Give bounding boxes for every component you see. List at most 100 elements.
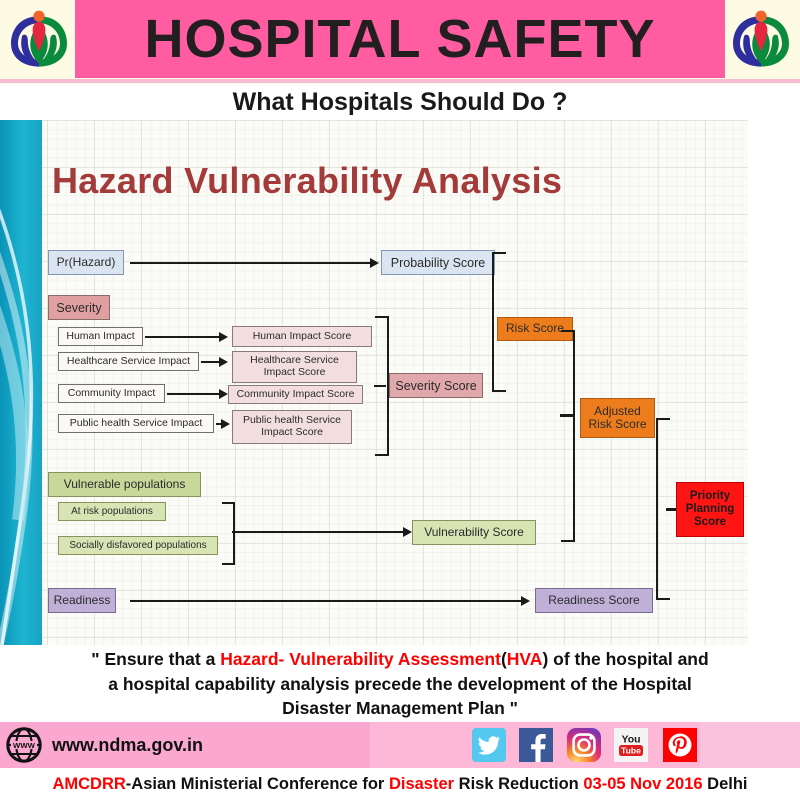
box-label: Risk Score — [505, 321, 564, 336]
diagram-title: Hazard Vulnerability Analysis — [52, 160, 563, 201]
connector-vulnerability-to-score — [232, 531, 406, 534]
slide-right-margin — [748, 120, 800, 645]
quote-hazard: Hazard — [220, 648, 279, 669]
connector-readiness-to-score — [130, 599, 524, 602]
box-label: Healthcare Service Impact — [66, 354, 191, 367]
connector-prhazard-to-probability — [130, 262, 372, 265]
box-severity-score[interactable]: Severity Score — [389, 373, 483, 398]
bracket-adjusted-risk-group — [561, 330, 575, 542]
disaster-label: Disaster — [388, 774, 455, 793]
svg-text:Tube: Tube — [621, 746, 641, 756]
box-label: Public health Service Impact — [69, 416, 203, 429]
box-label: Vulnerability Score — [424, 524, 524, 539]
facebook-icon[interactable] — [519, 728, 553, 762]
box-label: Readiness Score — [548, 592, 640, 607]
box-severity[interactable]: Severity — [48, 295, 110, 320]
box-community-impact-score[interactable]: Community Impact Score — [228, 385, 363, 404]
quote-text-d: ) of the hospital and — [542, 648, 709, 669]
box-label-line2: Risk Score — [588, 417, 647, 431]
youtube-icon[interactable]: You Tube — [614, 728, 648, 762]
conference-band: AMCDRR-Asian Ministerial Conference for … — [0, 768, 800, 800]
conference-mid-2: Risk Reduction — [454, 774, 584, 793]
box-pr-hazard[interactable]: Pr(Hazard) — [48, 250, 124, 275]
box-label: At risk populations — [71, 505, 153, 517]
box-label: Vulnerable populations — [63, 476, 186, 491]
header-banner: HOSPITAL SAFETY — [0, 0, 800, 84]
box-vulnerability-score[interactable]: Vulnerability Score — [412, 520, 536, 545]
box-vulnerable-populations[interactable]: Vulnerable populations — [48, 472, 201, 497]
connector-human-impact — [145, 335, 221, 338]
svg-text:You: You — [621, 734, 640, 746]
box-label-line2: Impact Score — [261, 426, 323, 438]
footer-bar: WWW www.ndma.gov.in You Tube — [0, 722, 800, 768]
connector-adjusted-stub — [560, 414, 574, 417]
box-label: Severity — [56, 300, 102, 315]
box-readiness-score[interactable]: Readiness Score — [535, 588, 653, 613]
box-healthcare-service-impact[interactable]: Healthcare Service Impact — [58, 352, 199, 371]
conference-text: AMCDRR-Asian Ministerial Conference for … — [52, 775, 747, 794]
connector-severity-bracket-stub — [374, 384, 386, 388]
box-label: Socially disfavored populations — [69, 539, 207, 551]
connector-healthcare-impact — [201, 360, 221, 363]
box-label: Severity Score — [395, 378, 477, 393]
box-label: Readiness — [53, 592, 111, 607]
box-label: Human Impact — [66, 329, 135, 342]
arrowhead-publichealth-impact — [221, 418, 230, 429]
box-human-impact-score[interactable]: Human Impact Score — [232, 326, 372, 347]
box-label: Human Impact Score — [252, 329, 352, 342]
arrowhead-readiness-score — [521, 595, 530, 606]
box-adjusted-risk-score[interactable]: Adjusted Risk Score — [580, 398, 655, 438]
arrowhead-community-impact — [219, 388, 228, 399]
box-priority-planning-score[interactable]: Priority Planning Score — [676, 482, 744, 537]
box-label: Pr(Hazard) — [56, 254, 116, 269]
quote-block: " Ensure that a Hazard- Vulnerability As… — [0, 648, 800, 720]
quote-vulnerability-assessment: Vulnerability Assessment — [289, 648, 501, 669]
svg-text:WWW: WWW — [13, 741, 36, 750]
box-label-line1: Priority — [689, 490, 731, 503]
box-healthcare-service-impact-score[interactable]: Healthcare Service Impact Score — [232, 351, 357, 383]
box-label-line1: Adjusted — [594, 403, 641, 418]
conference-mid-1: -Asian Ministerial Conference for — [125, 774, 389, 793]
box-socially-disfavored-populations[interactable]: Socially disfavored populations — [58, 536, 218, 555]
quote-hva: HVA — [506, 648, 543, 669]
quote-line-1: " Ensure that a Hazard- Vulnerability As… — [91, 647, 708, 672]
box-label: Probability Score — [390, 255, 486, 270]
website-url[interactable]: www.ndma.gov.in — [52, 722, 203, 768]
conference-dates: 03-05 Nov 2016 — [583, 774, 703, 793]
arrowhead-healthcare-impact — [219, 356, 228, 367]
box-human-impact[interactable]: Human Impact — [58, 327, 143, 346]
decorative-side-band — [0, 120, 42, 645]
box-at-risk-populations[interactable]: At risk populations — [58, 502, 166, 521]
box-label-line2: Planning — [685, 503, 735, 516]
www-globe-icon: WWW — [6, 727, 42, 763]
header-underline — [0, 79, 800, 83]
amcdrr-label: AMCDRR — [52, 774, 126, 793]
quote-dash: - — [278, 648, 290, 669]
box-community-impact[interactable]: Community Impact — [58, 384, 165, 403]
pinterest-icon[interactable] — [663, 728, 697, 762]
arrowhead-vulnerability-score — [403, 527, 412, 537]
box-label-line2: Impact Score — [263, 366, 326, 378]
twitter-icon[interactable] — [472, 728, 506, 762]
arrowhead-human-impact — [219, 331, 228, 342]
quote-line-2: a hospital capability analysis precede t… — [108, 673, 692, 694]
box-probability-score[interactable]: Probability Score — [381, 250, 495, 275]
arrowhead-probability — [370, 257, 379, 268]
box-readiness[interactable]: Readiness — [48, 588, 116, 613]
poster-root: HOSPITAL SAFETY What Hospitals Should Do… — [0, 0, 800, 800]
connector-community-impact — [167, 392, 221, 395]
box-public-health-service-impact[interactable]: Public health Service Impact — [58, 414, 214, 433]
instagram-icon[interactable] — [567, 728, 601, 762]
quote-text-a: " Ensure that a — [91, 648, 221, 669]
bracket-vulnerability-group — [222, 502, 235, 565]
box-label-line3: Score — [694, 515, 726, 528]
box-public-health-service-impact-score[interactable]: Public health Service Impact Score — [232, 410, 352, 444]
slide-content: Hazard Vulnerability Analysis Pr(Hazard)… — [0, 120, 800, 645]
box-label: Community Impact — [67, 386, 156, 399]
page-subtitle: What Hospitals Should Do ? — [232, 87, 568, 116]
ndma-logo-icon — [726, 4, 796, 76]
conference-place: Delhi — [702, 774, 748, 793]
page-title: HOSPITAL SAFETY — [144, 9, 656, 69]
ndma-logo-icon — [4, 4, 74, 76]
box-label: Community Impact Score — [236, 387, 355, 400]
